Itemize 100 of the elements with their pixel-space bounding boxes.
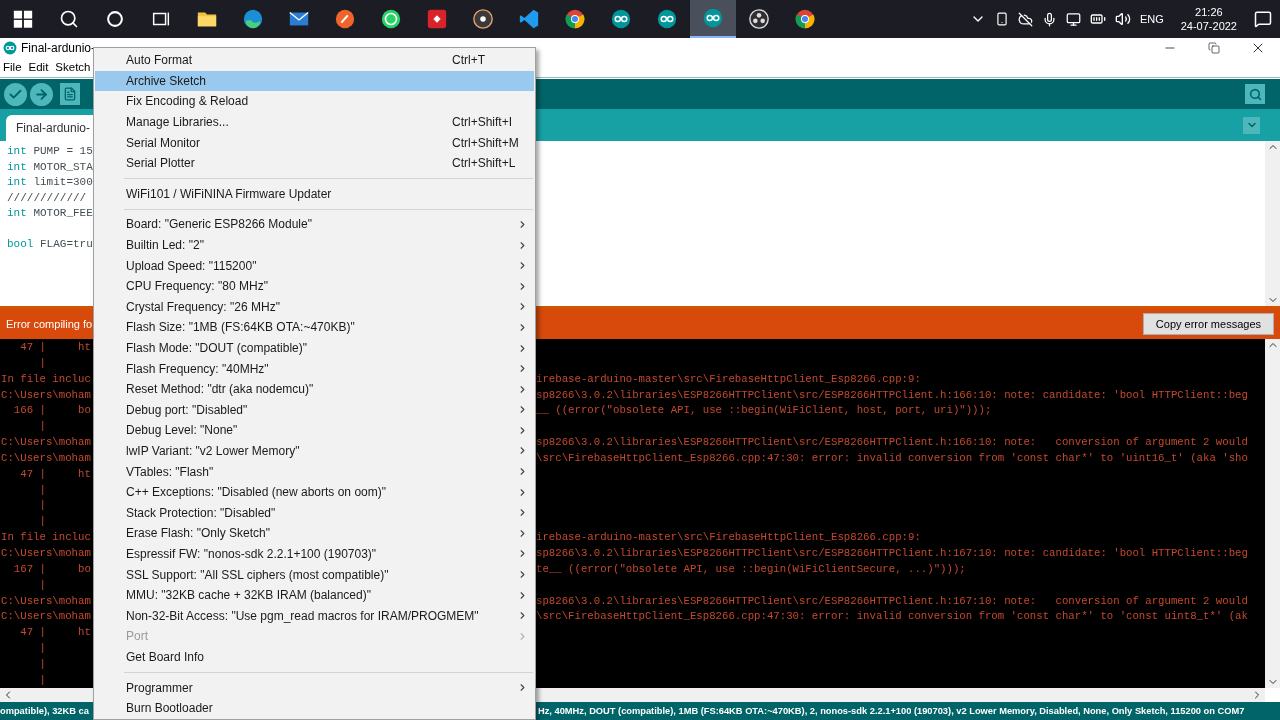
language-indicator[interactable]: ENG xyxy=(1139,10,1164,28)
console-text: C:\Users\moham xyxy=(1,594,91,607)
console-text: 166 | bo xyxy=(12,404,91,417)
console-text: sp8266\3.0.2\libraries\ESP8266HTTPClient\src/ESP8266HTTPClient.h:166:10: note: candidate: 'bool HTTPClient::beg xyxy=(536,388,1248,401)
console-text: C:\Users\moham xyxy=(1,451,91,464)
notifications-icon[interactable] xyxy=(1254,10,1272,28)
console-text: | xyxy=(38,499,46,512)
menu-item[interactable]: Non-32-Bit Access: "Use pgm_read macros for IRAM/PROGMEM" xyxy=(95,605,534,627)
menu-item[interactable]: Stack Protection: "Disabled" xyxy=(95,502,534,524)
restore-icon xyxy=(1208,42,1220,54)
clock-date[interactable]: 24-07-2022 xyxy=(1180,19,1237,33)
console-text: | xyxy=(38,578,46,591)
menu-item[interactable]: WiFi101 / WiFiNINA Firmware Updater xyxy=(95,183,534,205)
arduino-icon xyxy=(702,7,724,29)
console-text: irebase-arduino-master\src\FirebaseHttpClient_Esp8266.cpp:9: xyxy=(536,372,921,385)
phone-icon[interactable] xyxy=(994,12,1009,26)
menu-item[interactable]: Flash Frequency: "40MHz" xyxy=(95,358,534,379)
code-line: bool FLAG=tru xyxy=(7,237,93,252)
menu-bar-item[interactable]: Sketch xyxy=(55,58,91,77)
console-text: 47 | ht xyxy=(19,467,91,480)
volume-icon[interactable] xyxy=(1114,11,1131,27)
console-text: 167 | bo xyxy=(12,562,91,575)
console-text: | xyxy=(38,420,46,433)
circle-icon xyxy=(104,8,126,30)
status-text: ompatible), 32KB ca xyxy=(0,706,89,717)
console-text: __ ((error("obsolete API, use ::begin(WiFiClient, host, port, uri)"))); xyxy=(536,404,992,417)
menu-item[interactable]: Espressif FW: "nonos-sdk 2.2.1+100 (190703)" xyxy=(95,543,534,565)
tab-menu-button[interactable] xyxy=(1243,116,1260,134)
console-text: | xyxy=(38,673,46,686)
console-text: C:\Users\moham xyxy=(1,436,91,449)
menu-item[interactable]: CPU Frequency: "80 MHz" xyxy=(95,275,534,297)
menu-item[interactable]: Reset Method: "dtr (aka nodemcu)" xyxy=(95,378,534,400)
window-title: Final-ardunio- xyxy=(21,40,96,57)
menu-item[interactable]: Auto Format Ctrl+T xyxy=(95,50,534,71)
menu-item[interactable]: VTables: "Flash" xyxy=(95,461,534,482)
microphone-icon[interactable] xyxy=(1041,11,1057,27)
clock-time[interactable]: 21:26 xyxy=(1195,5,1223,19)
menu-bar-item[interactable]: Edit xyxy=(28,58,49,77)
chrome-icon xyxy=(794,8,816,30)
copy-errors-button[interactable]: Copy error messages xyxy=(1142,313,1274,335)
menu-item[interactable]: MMU: "32KB cache + 32KB IRAM (balanced)" xyxy=(95,584,534,606)
menu-item[interactable]: Fix Encoding & Reload xyxy=(95,91,534,112)
battery-icon[interactable] xyxy=(1089,11,1106,27)
menu-item[interactable]: Get Board Info xyxy=(95,646,534,668)
menu-bar-item[interactable]: File xyxy=(3,58,22,77)
console-text: In file incluc xyxy=(1,531,91,544)
vertical-scrollbar[interactable] xyxy=(1265,339,1280,688)
remote-desktop-icon xyxy=(426,8,448,30)
menu-item[interactable]: Serial Plotter Ctrl+Shift+L xyxy=(95,152,534,174)
console-text: sp8266\3.0.2\libraries\ESP8266HTTPClient\src/ESP8266HTTPClient.h:167:10: note: conversion of argument 2 would xyxy=(536,594,1248,607)
magnifier-icon xyxy=(1248,87,1262,101)
code-line: //////////// xyxy=(7,190,87,206)
cloud-off-icon[interactable] xyxy=(1017,11,1033,27)
arduino-icon xyxy=(656,8,678,30)
code-line: int MOTOR_STA xyxy=(7,159,93,175)
console-text: | xyxy=(38,657,46,670)
menu-item[interactable]: C++ Exceptions: "Disabled (new aborts on oom)" xyxy=(95,481,534,503)
menu-item[interactable]: Archive Sketch xyxy=(95,70,534,92)
menu-item[interactable]: Flash Size: "1MB (FS:64KB OTA:~470KB)" xyxy=(95,317,534,338)
menu-item[interactable]: Crystal Frequency: "26 MHz" xyxy=(95,296,534,318)
console-text: 47 | ht xyxy=(19,626,91,639)
menu-item[interactable]: Upload Speed: "115200" xyxy=(95,255,534,276)
chrome-icon xyxy=(564,8,586,30)
menu-item[interactable]: Debug Level: "None" xyxy=(95,420,534,441)
chat-bubble-icon xyxy=(380,8,402,30)
error-message: Error compiling fo xyxy=(6,316,93,332)
upload-button[interactable] xyxy=(30,82,53,106)
edge-icon xyxy=(242,8,264,30)
status-text: Hz, 40MHz, DOUT (compatible), 1MB (FS:64KB OTA:~470KB), 2, nonos-sdk 2.2.1+100 (190703), v2 Lower Memory, Disabled, None, Only Sketch, 115200 on COM7 xyxy=(537,705,1245,719)
menu-item[interactable]: Burn Bootloader xyxy=(95,697,534,719)
console-text: irebase-arduino-master\src\FirebaseHttpClient_Esp8266.cpp:9: xyxy=(536,531,921,544)
console-text: C:\Users\moham xyxy=(1,610,91,623)
code-line: int PUMP = 15 xyxy=(7,144,93,159)
console-text: te__ ((error("obsolete API, use ::begin(WiFiClientSecure, ...)"))); xyxy=(536,562,966,575)
menu-item[interactable]: Programmer xyxy=(95,677,534,698)
menu-item[interactable]: Erase Flash: "Only Sketch" xyxy=(95,523,534,544)
console-text: sp8266\3.0.2\libraries\ESP8266HTTPClient\src/ESP8266HTTPClient.h:166:10: note: conversion of argument 2 would xyxy=(536,436,1248,449)
menu-item[interactable]: SSL Support: "All SSL ciphers (most compatible)" xyxy=(95,564,534,585)
recorder-icon xyxy=(748,8,770,30)
arduino-icon xyxy=(3,41,17,55)
menu-item[interactable]: lwIP Variant: "v2 Lower Memory" xyxy=(95,440,534,462)
search-icon xyxy=(59,9,79,29)
verify-button[interactable] xyxy=(4,82,27,106)
console-text: sp8266\3.0.2\libraries\ESP8266HTTPClient\src/ESP8266HTTPClient.h:167:10: note: candidate: 'bool HTTPClient::beg xyxy=(536,546,1248,559)
console-text: 47 | ht xyxy=(19,341,91,353)
console-text: \src\FirebaseHttpClient_Esp8266.cpp:47:30: error: invalid conversion from 'const char*' to 'const uint8_t*' (ak xyxy=(536,610,1248,623)
vertical-scrollbar[interactable] xyxy=(1265,141,1280,306)
console-text: In file incluc xyxy=(1,372,91,385)
serial-monitor-button[interactable] xyxy=(1245,84,1265,104)
new-sketch-button[interactable] xyxy=(60,83,80,105)
menu-item[interactable]: Flash Mode: "DOUT (compatible)" xyxy=(95,337,534,359)
arrow-right-icon xyxy=(34,86,49,102)
taskbar-app-button[interactable] xyxy=(690,0,736,38)
code-editor-icon xyxy=(518,8,540,30)
console-text: C:\Users\moham xyxy=(1,388,91,401)
menu-item[interactable]: Debug port: "Disabled" xyxy=(95,399,534,421)
network-icon[interactable] xyxy=(1065,11,1081,27)
menu-item[interactable]: Board: "Generic ESP8266 Module" xyxy=(95,214,534,235)
menu-item[interactable]: Builtin Led: "2" xyxy=(95,234,534,256)
disc-icon xyxy=(472,8,494,30)
